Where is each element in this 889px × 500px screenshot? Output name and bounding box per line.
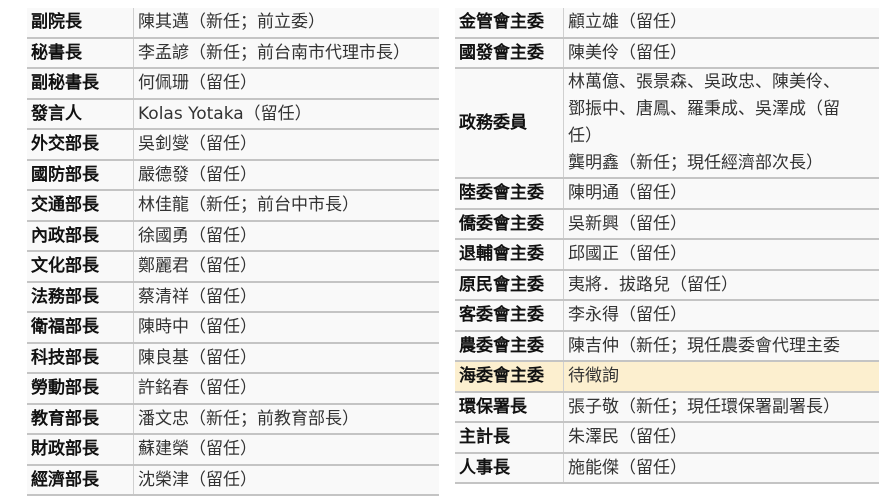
table-row: 文化部長 鄭麗君（留任） bbox=[27, 251, 439, 283]
position-title: 客委會主委 bbox=[455, 300, 564, 332]
appointee: 李孟諺（新任；前台南市代理市長） bbox=[133, 37, 439, 69]
appointee: 許銘春（留任） bbox=[133, 373, 439, 405]
position-title: 人事長 bbox=[455, 452, 564, 484]
table-row: 科技部長 陳良基（留任） bbox=[27, 342, 439, 374]
position-title: 經濟部長 bbox=[27, 464, 134, 496]
table-row: 副院長 陳其邁（新任；前立委） bbox=[27, 8, 439, 39]
appointee: 潘文忠（新任；前教育部長） bbox=[133, 403, 439, 435]
appointee-list: 林萬億、張景森、吳政忠、陳美伶、 鄧振中、唐鳳、羅秉成、吳澤成（留 任） 龔明鑫… bbox=[563, 68, 879, 179]
position-title: 金管會主委 bbox=[455, 8, 564, 39]
table-row: 法務部長 蔡清祥（留任） bbox=[27, 281, 439, 313]
appointee: 鄭麗君（留任） bbox=[133, 251, 439, 283]
appointee: 何佩珊（留任） bbox=[133, 68, 439, 100]
position-title: 國防部長 bbox=[27, 159, 134, 191]
table-row: 主計長 朱澤民（留任） bbox=[455, 422, 879, 454]
table-row: 僑委會主委 吳新興（留任） bbox=[455, 208, 879, 240]
table-row: 勞動部長 許銘春（留任） bbox=[27, 373, 439, 405]
position-title: 文化部長 bbox=[27, 251, 134, 283]
appointee: 陳吉仲（新任；現任農委會代理主委 bbox=[563, 330, 879, 362]
table-row: 經濟部長 沈榮津（留任） bbox=[27, 464, 439, 496]
position-title: 內政部長 bbox=[27, 220, 134, 252]
appointee: 沈榮津（留任） bbox=[133, 464, 439, 496]
appointee: 待徵詢 bbox=[563, 361, 879, 393]
table-row: 衛福部長 陳時中（留任） bbox=[27, 312, 439, 344]
position-title: 財政部長 bbox=[27, 434, 134, 466]
table-row: 原民會主委 夷將．拔路兒（留任） bbox=[455, 269, 879, 301]
table-row: 內政部長 徐國勇（留任） bbox=[27, 220, 439, 252]
position-title: 衛福部長 bbox=[27, 312, 134, 344]
appointee: 陳美伶（留任） bbox=[563, 37, 879, 69]
appointee: 陳良基（留任） bbox=[133, 342, 439, 374]
table-row: 教育部長 潘文忠（新任；前教育部長） bbox=[27, 403, 439, 435]
appointee: 張子敬（新任；現任環保署副署長） bbox=[563, 391, 879, 423]
position-title: 外交部長 bbox=[27, 129, 134, 161]
appointee-line: 龔明鑫（新任；現任經濟部次長） bbox=[568, 153, 823, 173]
appointee: 顧立雄（留任） bbox=[563, 8, 879, 39]
appointee: 陳其邁（新任；前立委） bbox=[133, 8, 439, 39]
appointee: 蘇建榮（留任） bbox=[133, 434, 439, 466]
position-title: 科技部長 bbox=[27, 342, 134, 374]
table-row: 發言人 Kolas Yotaka（留任） bbox=[27, 98, 439, 130]
table-row: 退輔會主委 邱國正（留任） bbox=[455, 239, 879, 271]
appointee: 吳釗燮（留任） bbox=[133, 129, 439, 161]
position-title: 原民會主委 bbox=[455, 269, 564, 301]
position-title: 教育部長 bbox=[27, 403, 134, 435]
position-title: 交通部長 bbox=[27, 190, 134, 222]
table-row: 環保署長 張子敬（新任；現任環保署副署長） bbox=[455, 391, 879, 423]
position-title: 發言人 bbox=[27, 98, 134, 130]
table-row: 海委會主委 待徵詢 bbox=[455, 361, 879, 393]
position-title: 法務部長 bbox=[27, 281, 134, 313]
appointee: Kolas Yotaka（留任） bbox=[133, 98, 439, 130]
position-title: 秘書長 bbox=[27, 37, 134, 69]
appointee: 夷將．拔路兒（留任） bbox=[563, 269, 879, 301]
appointee: 蔡清祥（留任） bbox=[133, 281, 439, 313]
appointee: 嚴德發（留任） bbox=[133, 159, 439, 191]
table-row: 國發會主委 陳美伶（留任） bbox=[455, 37, 879, 69]
appointee: 陳明通（留任） bbox=[563, 178, 879, 210]
table-row: 金管會主委 顧立雄（留任） bbox=[455, 8, 879, 39]
position-title: 副院長 bbox=[27, 8, 134, 39]
table-row: 國防部長 嚴德發（留任） bbox=[27, 159, 439, 191]
position-title: 政務委員 bbox=[455, 68, 564, 179]
appointee: 邱國正（留任） bbox=[563, 239, 879, 271]
position-title: 陸委會主委 bbox=[455, 178, 564, 210]
position-title: 海委會主委 bbox=[455, 361, 564, 393]
table-row: 交通部長 林佳龍（新任；前台中市長） bbox=[27, 190, 439, 222]
appointee: 施能傑（留任） bbox=[563, 452, 879, 484]
appointee-line: 任） bbox=[568, 126, 602, 146]
position-title: 勞動部長 bbox=[27, 373, 134, 405]
appointee: 陳時中（留任） bbox=[133, 312, 439, 344]
position-title: 退輔會主委 bbox=[455, 239, 564, 271]
position-title: 副秘書長 bbox=[27, 68, 134, 100]
position-title: 主計長 bbox=[455, 422, 564, 454]
cabinet-table-left: 副院長 陳其邁（新任；前立委） 秘書長 李孟諺（新任；前台南市代理市長） 副秘書長 何佩珊… bbox=[27, 8, 439, 496]
table-row-commissioners: 政務委員 林萬億、張景森、吳政忠、陳美伶、 鄧振中、唐鳳、羅秉成、吳澤成（留 任… bbox=[455, 68, 879, 179]
table-row: 副秘書長 何佩珊（留任） bbox=[27, 68, 439, 100]
appointee: 李永得（留任） bbox=[563, 300, 879, 332]
table-row: 農委會主委 陳吉仲（新任；現任農委會代理主委 bbox=[455, 330, 879, 362]
table-row: 人事長 施能傑（留任） bbox=[455, 452, 879, 484]
appointee: 林佳龍（新任；前台中市長） bbox=[133, 190, 439, 222]
position-title: 環保署長 bbox=[455, 391, 564, 423]
table-row: 秘書長 李孟諺（新任；前台南市代理市長） bbox=[27, 37, 439, 69]
position-title: 國發會主委 bbox=[455, 37, 564, 69]
table-row: 陸委會主委 陳明通（留任） bbox=[455, 178, 879, 210]
appointee-line: 鄧振中、唐鳳、羅秉成、吳澤成（留 bbox=[568, 99, 840, 119]
appointee: 吳新興（留任） bbox=[563, 208, 879, 240]
table-row: 外交部長 吳釗燮（留任） bbox=[27, 129, 439, 161]
appointee: 徐國勇（留任） bbox=[133, 220, 439, 252]
appointee-line: 林萬億、張景森、吳政忠、陳美伶、 bbox=[568, 72, 840, 92]
cabinet-table-right: 金管會主委 顧立雄（留任） 國發會主委 陳美伶（留任） 政務委員 林萬億、張景森、吳… bbox=[455, 8, 879, 484]
position-title: 農委會主委 bbox=[455, 330, 564, 362]
table-row: 客委會主委 李永得（留任） bbox=[455, 300, 879, 332]
position-title: 僑委會主委 bbox=[455, 208, 564, 240]
table-row: 財政部長 蘇建榮（留任） bbox=[27, 434, 439, 466]
appointee: 朱澤民（留任） bbox=[563, 422, 879, 454]
